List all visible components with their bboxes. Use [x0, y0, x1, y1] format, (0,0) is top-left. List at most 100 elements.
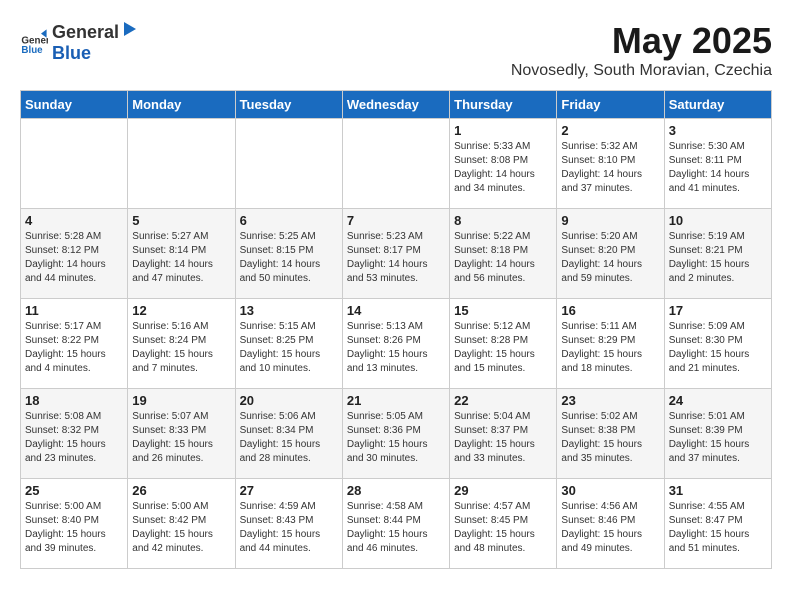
day-number: 2: [561, 123, 659, 138]
day-content: Sunrise: 5:22 AM Sunset: 8:18 PM Dayligh…: [454, 230, 552, 286]
day-number: 24: [669, 393, 767, 408]
day-content: Sunrise: 5:33 AM Sunset: 8:08 PM Dayligh…: [454, 140, 552, 196]
day-content: Sunrise: 5:06 AM Sunset: 8:34 PM Dayligh…: [240, 410, 338, 466]
day-content: Sunrise: 5:12 AM Sunset: 8:28 PM Dayligh…: [454, 320, 552, 376]
day-number: 11: [25, 303, 123, 318]
day-content: Sunrise: 4:58 AM Sunset: 8:44 PM Dayligh…: [347, 500, 445, 556]
empty-cell: [342, 119, 449, 209]
day-number: 12: [132, 303, 230, 318]
day-number: 20: [240, 393, 338, 408]
day-cell-20: 20 Sunrise: 5:06 AM Sunset: 8:34 PM Dayli…: [235, 389, 342, 479]
day-number: 22: [454, 393, 552, 408]
empty-cell: [128, 119, 235, 209]
day-number: 4: [25, 213, 123, 228]
day-number: 23: [561, 393, 659, 408]
day-cell-16: 16 Sunrise: 5:11 AM Sunset: 8:29 PM Dayli…: [557, 299, 664, 389]
day-cell-28: 28Sunrise: 4:58 AM Sunset: 8:44 PM Dayli…: [342, 479, 449, 569]
column-header-wednesday: Wednesday: [342, 91, 449, 119]
week-row-4: 18Sunrise: 5:08 AM Sunset: 8:32 PM Dayli…: [21, 389, 772, 479]
day-number: 25: [25, 483, 123, 498]
day-content: Sunrise: 5:23 AM Sunset: 8:17 PM Dayligh…: [347, 230, 445, 286]
day-cell-27: 27Sunrise: 4:59 AM Sunset: 8:43 PM Dayli…: [235, 479, 342, 569]
day-number: 8: [454, 213, 552, 228]
day-cell-15: 15 Sunrise: 5:12 AM Sunset: 8:28 PM Dayli…: [450, 299, 557, 389]
day-number: 15: [454, 303, 552, 318]
logo-general: General: [52, 22, 119, 43]
day-content: Sunrise: 5:07 AM Sunset: 8:33 PM Dayligh…: [132, 410, 230, 466]
day-cell-9: 9 Sunrise: 5:20 AM Sunset: 8:20 PM Daylig…: [557, 209, 664, 299]
day-content: Sunrise: 5:00 AM Sunset: 8:42 PM Dayligh…: [132, 500, 230, 556]
svg-text:Blue: Blue: [21, 45, 43, 56]
column-header-tuesday: Tuesday: [235, 91, 342, 119]
day-content: Sunrise: 5:16 AM Sunset: 8:24 PM Dayligh…: [132, 320, 230, 376]
day-cell-30: 30 Sunrise: 4:56 AM Sunset: 8:46 PM Dayli…: [557, 479, 664, 569]
day-number: 30: [561, 483, 659, 498]
day-content: Sunrise: 5:20 AM Sunset: 8:20 PM Dayligh…: [561, 230, 659, 286]
day-content: Sunrise: 5:30 AM Sunset: 8:11 PM Dayligh…: [669, 140, 767, 196]
logo-arrow-icon: [120, 20, 138, 38]
day-number: 16: [561, 303, 659, 318]
day-cell-19: 19 Sunrise: 5:07 AM Sunset: 8:33 PM Dayli…: [128, 389, 235, 479]
day-number: 7: [347, 213, 445, 228]
day-cell-3: 3 Sunrise: 5:30 AM Sunset: 8:11 PM Daylig…: [664, 119, 771, 209]
day-cell-11: 11 Sunrise: 5:17 AM Sunset: 8:22 PM Dayli…: [21, 299, 128, 389]
day-cell-4: 4Sunrise: 5:28 AM Sunset: 8:12 PM Daylig…: [21, 209, 128, 299]
day-number: 9: [561, 213, 659, 228]
day-cell-26: 26Sunrise: 5:00 AM Sunset: 8:42 PM Dayli…: [128, 479, 235, 569]
week-row-3: 11 Sunrise: 5:17 AM Sunset: 8:22 PM Dayli…: [21, 299, 772, 389]
week-row-2: 4Sunrise: 5:28 AM Sunset: 8:12 PM Daylig…: [21, 209, 772, 299]
week-row-5: 25 Sunrise: 5:00 AM Sunset: 8:40 PM Dayli…: [21, 479, 772, 569]
day-content: Sunrise: 5:09 AM Sunset: 8:30 PM Dayligh…: [669, 320, 767, 376]
day-cell-25: 25 Sunrise: 5:00 AM Sunset: 8:40 PM Dayli…: [21, 479, 128, 569]
day-content: Sunrise: 5:19 AM Sunset: 8:21 PM Dayligh…: [669, 230, 767, 286]
day-content: Sunrise: 4:55 AM Sunset: 8:47 PM Dayligh…: [669, 500, 767, 556]
day-cell-18: 18Sunrise: 5:08 AM Sunset: 8:32 PM Dayli…: [21, 389, 128, 479]
day-content: Sunrise: 5:02 AM Sunset: 8:38 PM Dayligh…: [561, 410, 659, 466]
day-content: Sunrise: 5:27 AM Sunset: 8:14 PM Dayligh…: [132, 230, 230, 286]
column-header-friday: Friday: [557, 91, 664, 119]
day-content: Sunrise: 5:15 AM Sunset: 8:25 PM Dayligh…: [240, 320, 338, 376]
day-cell-1: 1Sunrise: 5:33 AM Sunset: 8:08 PM Daylig…: [450, 119, 557, 209]
column-header-monday: Monday: [128, 91, 235, 119]
location-subtitle: Novosedly, South Moravian, Czechia: [511, 62, 772, 80]
day-number: 29: [454, 483, 552, 498]
day-cell-22: 22 Sunrise: 5:04 AM Sunset: 8:37 PM Dayli…: [450, 389, 557, 479]
page-header: General Blue General Blue May 2025 Novos…: [20, 20, 772, 80]
day-cell-10: 10 Sunrise: 5:19 AM Sunset: 8:21 PM Dayli…: [664, 209, 771, 299]
day-content: Sunrise: 4:57 AM Sunset: 8:45 PM Dayligh…: [454, 500, 552, 556]
day-content: Sunrise: 5:01 AM Sunset: 8:39 PM Dayligh…: [669, 410, 767, 466]
header-row: SundayMondayTuesdayWednesdayThursdayFrid…: [21, 91, 772, 119]
day-cell-6: 6Sunrise: 5:25 AM Sunset: 8:15 PM Daylig…: [235, 209, 342, 299]
column-header-sunday: Sunday: [21, 91, 128, 119]
day-cell-21: 21Sunrise: 5:05 AM Sunset: 8:36 PM Dayli…: [342, 389, 449, 479]
column-header-saturday: Saturday: [664, 91, 771, 119]
logo-blue: Blue: [52, 43, 139, 64]
day-number: 13: [240, 303, 338, 318]
day-number: 6: [240, 213, 338, 228]
day-cell-31: 31 Sunrise: 4:55 AM Sunset: 8:47 PM Dayli…: [664, 479, 771, 569]
day-content: Sunrise: 5:04 AM Sunset: 8:37 PM Dayligh…: [454, 410, 552, 466]
day-content: Sunrise: 5:00 AM Sunset: 8:40 PM Dayligh…: [25, 500, 123, 556]
day-cell-12: 12 Sunrise: 5:16 AM Sunset: 8:24 PM Dayli…: [128, 299, 235, 389]
calendar-table: SundayMondayTuesdayWednesdayThursdayFrid…: [20, 90, 772, 569]
day-number: 14: [347, 303, 445, 318]
day-cell-13: 13 Sunrise: 5:15 AM Sunset: 8:25 PM Dayli…: [235, 299, 342, 389]
day-content: Sunrise: 4:56 AM Sunset: 8:46 PM Dayligh…: [561, 500, 659, 556]
day-number: 31: [669, 483, 767, 498]
day-content: Sunrise: 5:11 AM Sunset: 8:29 PM Dayligh…: [561, 320, 659, 376]
day-cell-14: 14 Sunrise: 5:13 AM Sunset: 8:26 PM Dayli…: [342, 299, 449, 389]
day-number: 5: [132, 213, 230, 228]
day-cell-24: 24 Sunrise: 5:01 AM Sunset: 8:39 PM Dayli…: [664, 389, 771, 479]
day-number: 10: [669, 213, 767, 228]
day-content: Sunrise: 5:05 AM Sunset: 8:36 PM Dayligh…: [347, 410, 445, 466]
day-content: Sunrise: 5:13 AM Sunset: 8:26 PM Dayligh…: [347, 320, 445, 376]
title-block: May 2025 Novosedly, South Moravian, Czec…: [511, 20, 772, 80]
logo: General Blue General Blue: [20, 20, 139, 64]
day-number: 19: [132, 393, 230, 408]
day-number: 3: [669, 123, 767, 138]
logo-icon: General Blue: [20, 28, 48, 56]
day-cell-8: 8 Sunrise: 5:22 AM Sunset: 8:18 PM Daylig…: [450, 209, 557, 299]
day-content: Sunrise: 5:17 AM Sunset: 8:22 PM Dayligh…: [25, 320, 123, 376]
day-cell-7: 7 Sunrise: 5:23 AM Sunset: 8:17 PM Daylig…: [342, 209, 449, 299]
empty-cell: [235, 119, 342, 209]
